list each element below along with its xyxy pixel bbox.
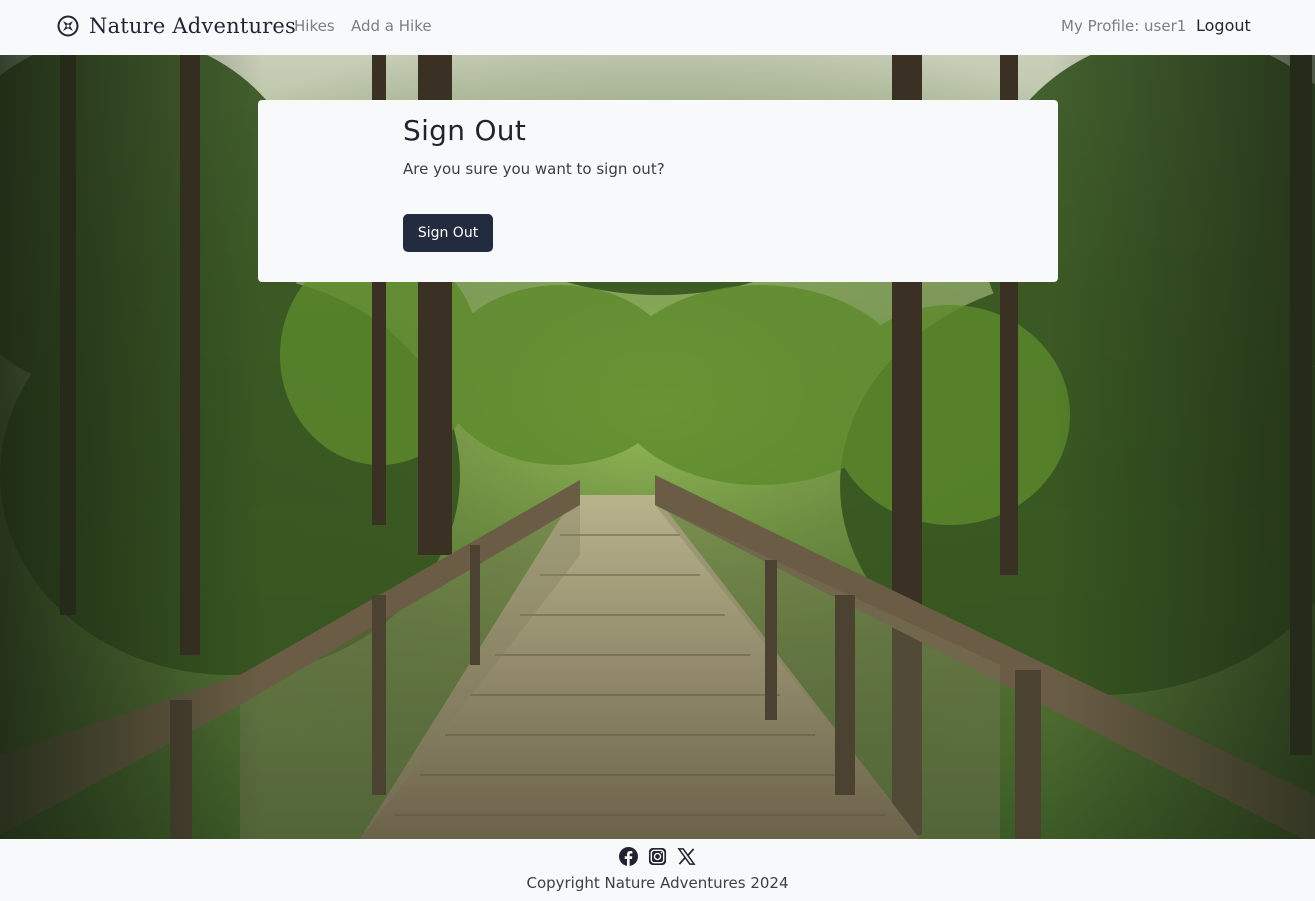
page-title: Sign Out [403,114,527,147]
copyright-text: Copyright Nature Adventures 2024 [526,874,789,892]
x-icon[interactable] [677,847,696,866]
signout-card: Sign Out Are you sure you want to sign o… [258,100,1058,282]
compass-icon [57,15,79,37]
social-links [619,847,696,866]
brand-name: Nature Adventures [89,14,297,38]
instagram-icon[interactable] [648,847,667,866]
nav-link-add-hike[interactable]: Add a Hike [351,17,432,35]
nav-link-hikes[interactable]: Hikes [294,17,335,35]
signout-confirmation-text: Are you sure you want to sign out? [403,160,665,178]
top-navbar: Nature Adventures Hikes Add a Hike My Pr… [0,0,1315,55]
footer: Copyright Nature Adventures 2024 [0,839,1315,901]
nav-link-logout[interactable]: Logout [1196,16,1251,35]
brand-link[interactable]: Nature Adventures [57,14,296,38]
facebook-icon[interactable] [619,847,638,866]
nav-link-my-profile[interactable]: My Profile: user1 [1061,17,1186,35]
sign-out-button[interactable]: Sign Out [403,214,493,252]
